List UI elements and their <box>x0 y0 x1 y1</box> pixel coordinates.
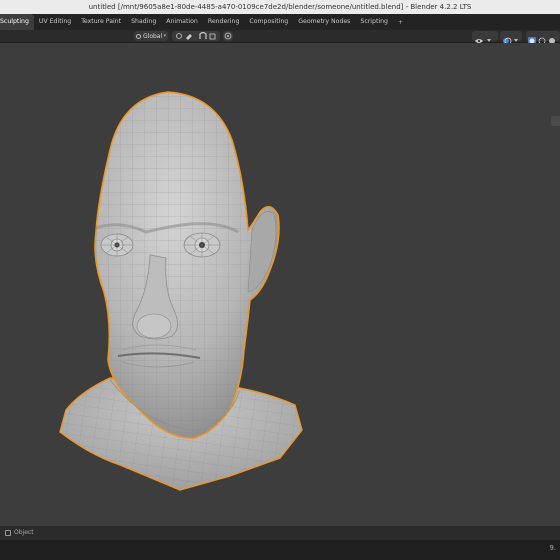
tab-animation[interactable]: Animation <box>161 14 203 30</box>
tab-geometry-nodes[interactable]: Geometry Nodes <box>293 14 355 30</box>
visibility-dropdown[interactable] <box>472 31 498 43</box>
tab-shading[interactable]: Shading <box>126 14 161 30</box>
tab-texture-paint[interactable]: Texture Paint <box>76 14 126 30</box>
tab-uv-editing[interactable]: UV Editing <box>34 14 76 30</box>
status-bar: Object <box>0 526 560 540</box>
transform-orientation-dropdown[interactable]: Global ▾ <box>134 31 168 41</box>
bottom-strip: 9. <box>0 540 560 560</box>
orientation-label: Global <box>143 32 163 40</box>
left-eye <box>100 233 134 257</box>
tab-compositing[interactable]: Compositing <box>244 14 293 30</box>
viewport-header: Global ▾ <box>0 30 560 45</box>
add-workspace-button[interactable]: + <box>393 19 408 26</box>
workspace-tabs: Sculpting UV Editing Texture Paint Shadi… <box>0 14 560 30</box>
chevron-down-icon: ▾ <box>163 33 166 39</box>
overlay-toggle[interactable] <box>500 31 522 45</box>
right-eye <box>183 232 221 258</box>
snap-icon <box>176 31 216 40</box>
window-title: untitled [/mnt/9605a8e1-80de-4485-a470-0… <box>0 0 560 14</box>
navigation-gizmo-tab[interactable] <box>551 116 560 126</box>
tab-rendering[interactable]: Rendering <box>203 14 245 30</box>
proportional-edit-icon <box>224 32 232 40</box>
snap-toggle-group[interactable] <box>172 31 220 41</box>
tab-scripting[interactable]: Scripting <box>355 14 393 30</box>
object-mode-icon <box>5 530 11 536</box>
proportional-edit-button[interactable] <box>223 31 233 41</box>
mode-label: Object <box>14 529 34 536</box>
version-text: 9. <box>549 544 556 552</box>
tab-sculpting[interactable]: Sculpting <box>0 14 34 30</box>
head-mesh <box>59 91 303 491</box>
3d-viewport[interactable] <box>0 43 560 525</box>
orientation-icon <box>136 33 141 39</box>
viewport-shading-group[interactable] <box>526 31 560 45</box>
